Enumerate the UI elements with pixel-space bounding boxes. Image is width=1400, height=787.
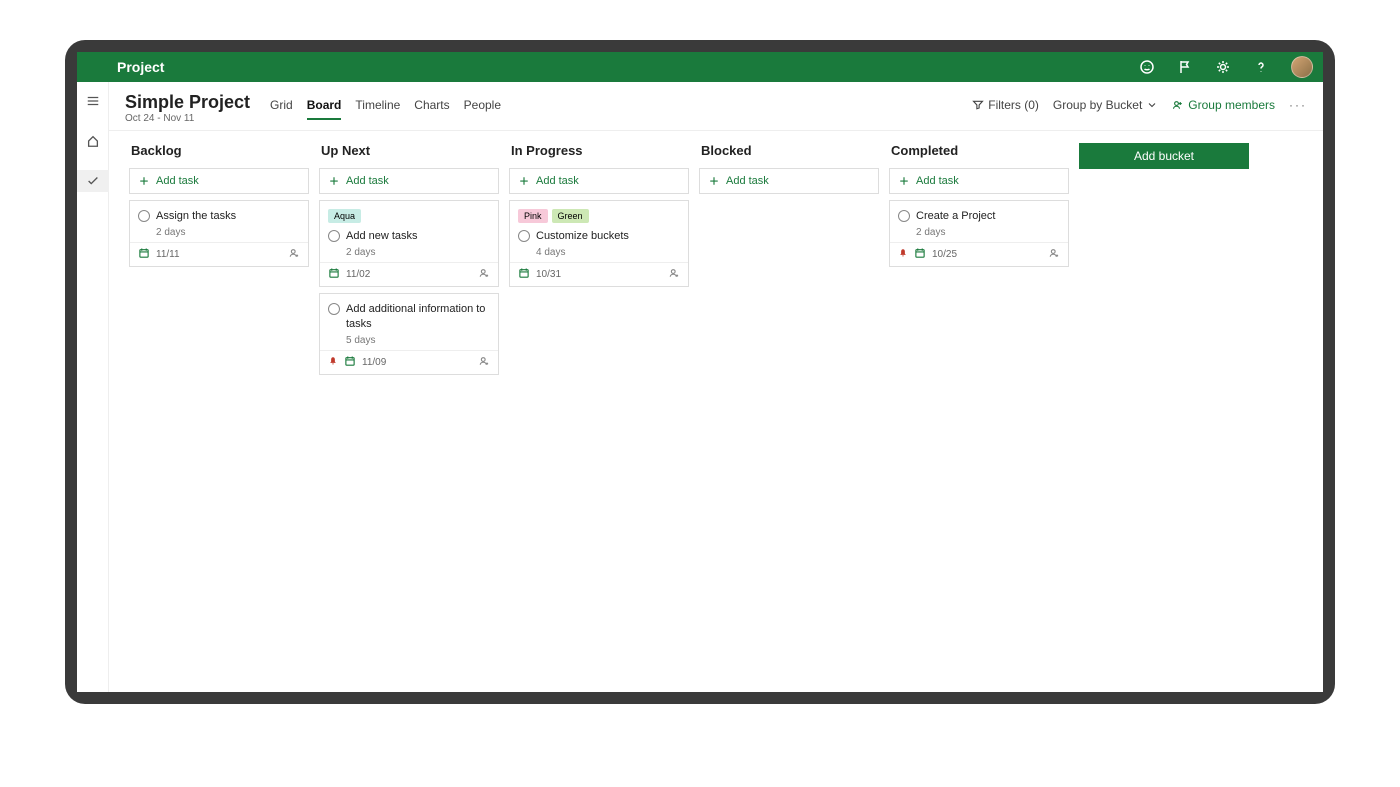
filters-button[interactable]: Filters (0) [972,98,1039,112]
assign-person-icon[interactable] [478,267,490,282]
tab-people[interactable]: People [464,98,501,120]
calendar-icon [138,247,150,262]
task-tag: Aqua [328,209,361,223]
tab-board[interactable]: Board [307,98,342,120]
bucket-column: Backlog Add task Assign the tasks 2 days 11/… [129,143,309,680]
group-by-label: Group by Bucket [1053,98,1142,112]
calendar-icon [914,247,926,262]
task-complete-circle[interactable] [328,303,340,315]
nav-menu-icon[interactable] [77,90,109,112]
task-complete-circle[interactable] [138,210,150,222]
add-task-button[interactable]: Add task [509,168,689,194]
more-options-icon[interactable]: ··· [1289,98,1307,112]
app-launcher-icon[interactable] [87,59,103,75]
left-nav-rail [77,82,109,692]
bucket-column: Blocked Add task [699,143,879,680]
add-task-button[interactable]: Add task [889,168,1069,194]
tab-grid[interactable]: Grid [270,98,293,120]
calendar-icon [328,267,340,282]
flag-icon[interactable] [1177,59,1193,75]
assign-person-icon[interactable] [1048,247,1060,262]
bucket-title: Backlog [129,143,309,158]
task-title: Customize buckets [536,229,629,243]
task-card[interactable]: Pink Green Customize buckets 4 days 10/31 [509,200,689,287]
add-task-button[interactable]: Add task [129,168,309,194]
task-duration: 4 days [518,247,680,258]
bucket-column: In Progress Add task Pink Green Customize bu… [509,143,689,680]
task-title: Assign the tasks [156,209,236,223]
task-tag: Green [552,209,589,223]
app-header: Project [77,52,1323,82]
task-duration: 2 days [138,227,300,238]
add-task-button[interactable]: Add task [699,168,879,194]
project-bar: Simple Project Oct 24 - Nov 11 Grid Board… [109,82,1323,131]
task-duration: 2 days [328,247,490,258]
kanban-board: Backlog Add task Assign the tasks 2 days 11/… [109,131,1323,692]
assign-person-icon[interactable] [478,355,490,370]
help-icon[interactable] [1253,59,1269,75]
tab-timeline[interactable]: Timeline [355,98,400,120]
group-members-button[interactable]: Group members [1172,98,1275,112]
alert-icon [328,356,338,369]
project-date-range: Oct 24 - Nov 11 [125,113,250,124]
task-title: Add new tasks [346,229,418,243]
task-date: 11/09 [362,357,386,368]
settings-gear-icon[interactable] [1215,59,1231,75]
bucket-title: Up Next [319,143,499,158]
nav-home-icon[interactable] [77,130,109,152]
task-title: Create a Project [916,209,995,223]
add-bucket-button[interactable]: Add bucket [1079,143,1249,169]
task-card[interactable]: Create a Project 2 days 10/25 [889,200,1069,267]
task-complete-circle[interactable] [898,210,910,222]
user-avatar[interactable] [1291,56,1313,78]
task-date: 11/11 [156,249,180,260]
calendar-icon [344,355,356,370]
task-tag: Pink [518,209,548,223]
task-title: Add additional information to tasks [346,302,490,331]
task-duration: 5 days [328,335,490,346]
chevron-down-icon [1146,99,1158,111]
nav-tasks-icon[interactable] [77,170,109,192]
task-card[interactable]: Add additional information to tasks 5 day… [319,293,499,375]
task-date: 10/25 [932,249,957,260]
task-card[interactable]: Aqua Add new tasks 2 days 11/02 [319,200,499,287]
bucket-title: In Progress [509,143,689,158]
view-tabs: Grid Board Timeline Charts People [270,92,501,120]
task-complete-circle[interactable] [328,230,340,242]
bucket-column: Up Next Add task Aqua Add new tasks 2 days 11… [319,143,499,680]
project-title: Simple Project [125,92,250,113]
app-title[interactable]: Project [117,59,164,75]
assign-person-icon[interactable] [288,247,300,262]
task-date: 10/31 [536,269,561,280]
task-date: 11/02 [346,269,370,280]
task-duration: 2 days [898,227,1060,238]
assign-person-icon[interactable] [668,267,680,282]
group-by-button[interactable]: Group by Bucket [1053,98,1158,112]
bucket-title: Completed [889,143,1069,158]
task-complete-circle[interactable] [518,230,530,242]
filters-label: Filters (0) [988,98,1039,112]
calendar-icon [518,267,530,282]
bucket-title: Blocked [699,143,879,158]
add-task-button[interactable]: Add task [319,168,499,194]
alert-icon [898,248,908,261]
emoji-icon[interactable] [1139,59,1155,75]
tab-charts[interactable]: Charts [414,98,449,120]
bucket-column: Completed Add task Create a Project 2 days 1… [889,143,1069,680]
group-members-label: Group members [1188,98,1275,112]
task-card[interactable]: Assign the tasks 2 days 11/11 [129,200,309,267]
